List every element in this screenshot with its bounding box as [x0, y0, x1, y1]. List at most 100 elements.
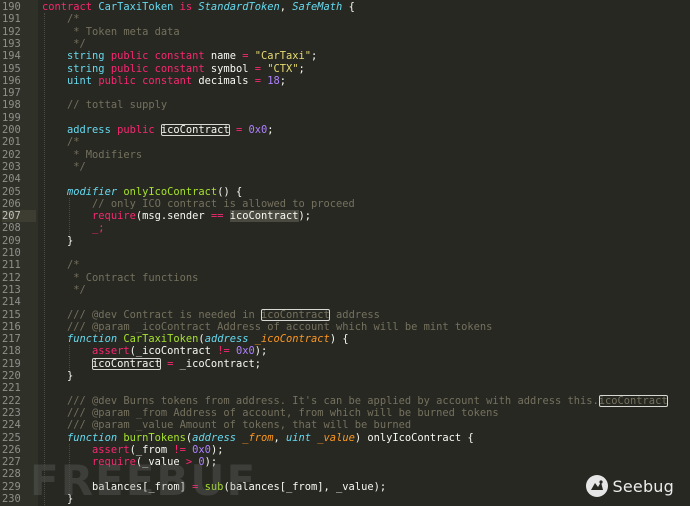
code-line[interactable]: 208 _; [0, 222, 690, 234]
code-line[interactable]: 195 string public constant symbol = "CTX… [0, 63, 690, 75]
line-code: uint public constant decimals = 18; [42, 75, 286, 87]
line-code: assert(_icoContract != 0x0); [42, 345, 267, 357]
code-line[interactable]: 202 * Modifiers [0, 149, 690, 161]
code-token: != [173, 443, 193, 456]
seebug-logo-icon [585, 475, 608, 497]
line-code: /// @dev Contract is needed in icoContra… [42, 308, 380, 321]
code-token: * Modifiers [67, 148, 143, 161]
code-token: () { [217, 185, 243, 198]
code-line[interactable]: 225 function burnTokens(address _from, u… [0, 432, 690, 444]
code-token: // tottal supply [67, 99, 168, 112]
line-code: * Contract functions [42, 272, 198, 284]
seebug-brand-text: Seebug [612, 476, 674, 496]
code-token: decimals [198, 74, 255, 87]
code-token: address [329, 308, 380, 321]
code-line[interactable]: 210 [0, 247, 690, 259]
code-token: ); [210, 443, 224, 456]
code-line[interactable]: 198 // tottal supply [0, 99, 690, 111]
code-line[interactable]: 219 icoContract = _icoContract; [0, 357, 690, 370]
line-code: * Modifiers [42, 149, 142, 161]
code-line[interactable]: 190 contract CarTaxiToken is StandardToke… [0, 1, 690, 13]
code-line[interactable]: 215 /// @dev Contract is needed in icoCo… [0, 308, 690, 321]
code-line[interactable]: 194 string public constant name = "CarTa… [0, 50, 690, 62]
line-code: } [42, 370, 73, 382]
indent-guide [69, 197, 70, 235]
code-line[interactable]: 223 /// @param _from Address of account,… [0, 407, 690, 419]
line-number: 207 [2, 210, 36, 223]
code-token: public constant [110, 62, 211, 75]
code-token: != [217, 345, 236, 358]
line-code: /* [42, 13, 80, 25]
code-token: function [67, 431, 124, 444]
code-line[interactable]: 217 function CarTaxiToken(address _icoCo… [0, 333, 690, 345]
code-token: /// @param _icoContract Address of accou… [67, 320, 493, 333]
code-line[interactable]: 212 * Contract functions [0, 272, 690, 284]
code-token: /// @dev Burns tokens from address. It's… [67, 394, 599, 407]
code-line[interactable]: 213 */ [0, 284, 690, 296]
line-code: /// @param _icoContract Address of accou… [42, 321, 492, 333]
line-number: 202 [2, 148, 21, 161]
line-code: } [42, 235, 73, 247]
code-line[interactable]: 197 [0, 87, 690, 99]
line-code: modifier onlyIcoContract() { [42, 186, 242, 198]
code-line[interactable]: 203 */ [0, 161, 690, 173]
code-line[interactable]: 216 /// @param _icoContract Address of a… [0, 321, 690, 333]
code-line[interactable]: 192 * Token meta data [0, 26, 690, 38]
code-token: _value [317, 431, 355, 444]
code-token: contract [42, 1, 99, 13]
code-line[interactable]: 205 modifier onlyIcoContract() { [0, 186, 690, 198]
line-number: 210 [2, 247, 21, 259]
code-line[interactable]: 211 /* [0, 259, 690, 271]
line-number: 199 [2, 111, 21, 124]
line-number: 197 [2, 87, 21, 100]
code-line[interactable]: 191 /* [0, 13, 690, 25]
code-line[interactable]: 224 /// @param _value Amount of tokens, … [0, 419, 690, 431]
code-line[interactable]: 207 require(msg.sender == icoContract); [0, 210, 690, 223]
code-token: "CarTaxi" [254, 50, 312, 63]
line-number: 201 [2, 136, 21, 149]
line-number: 203 [2, 160, 21, 173]
code-line[interactable]: 200 address public icoContract = 0x0; [0, 124, 690, 136]
line-number: 193 [2, 37, 21, 50]
highlighted-token: icoContract [260, 308, 330, 321]
code-line[interactable]: 218 assert(_icoContract != 0x0); [0, 345, 690, 357]
line-number: 226 [2, 443, 21, 456]
code-line[interactable]: 214 [0, 296, 690, 308]
code-line[interactable]: 226 assert(_from != 0x0); [0, 444, 690, 456]
indent-guide [69, 345, 70, 370]
code-token: uint [286, 431, 318, 444]
code-token: public constant [98, 74, 199, 87]
code-line[interactable]: 221 [0, 382, 690, 394]
code-token: } [42, 234, 74, 247]
code-line[interactable]: 193 */ [0, 38, 690, 50]
code-editor[interactable]: 190 contract CarTaxiToken is StandardToke… [0, 0, 690, 506]
code-token: /// @dev Contract is needed in [67, 308, 261, 321]
code-line[interactable]: 196 uint public constant decimals = 18; [0, 75, 690, 87]
code-line[interactable]: 201 /* [0, 136, 690, 148]
code-line[interactable]: 220 } [0, 370, 690, 382]
code-token: 0x0 [235, 345, 255, 358]
line-number: 200 [2, 124, 21, 136]
line-number: 217 [2, 333, 21, 346]
code-line[interactable]: 206 // only ICO contract is allowed to p… [0, 198, 690, 210]
code-line[interactable]: 209 } [0, 235, 690, 247]
code-token: = [254, 62, 268, 75]
code-line[interactable]: 222 /// @dev Burns tokens from address. … [0, 394, 690, 407]
code-token: address [67, 124, 118, 136]
line-number: 215 [2, 308, 21, 321]
line-code: _; [42, 222, 105, 234]
code-token: onlyIcoContract [123, 185, 218, 198]
line-number: 224 [2, 419, 21, 432]
code-line[interactable]: 199 [0, 112, 690, 124]
code-line[interactable]: 204 [0, 173, 690, 185]
